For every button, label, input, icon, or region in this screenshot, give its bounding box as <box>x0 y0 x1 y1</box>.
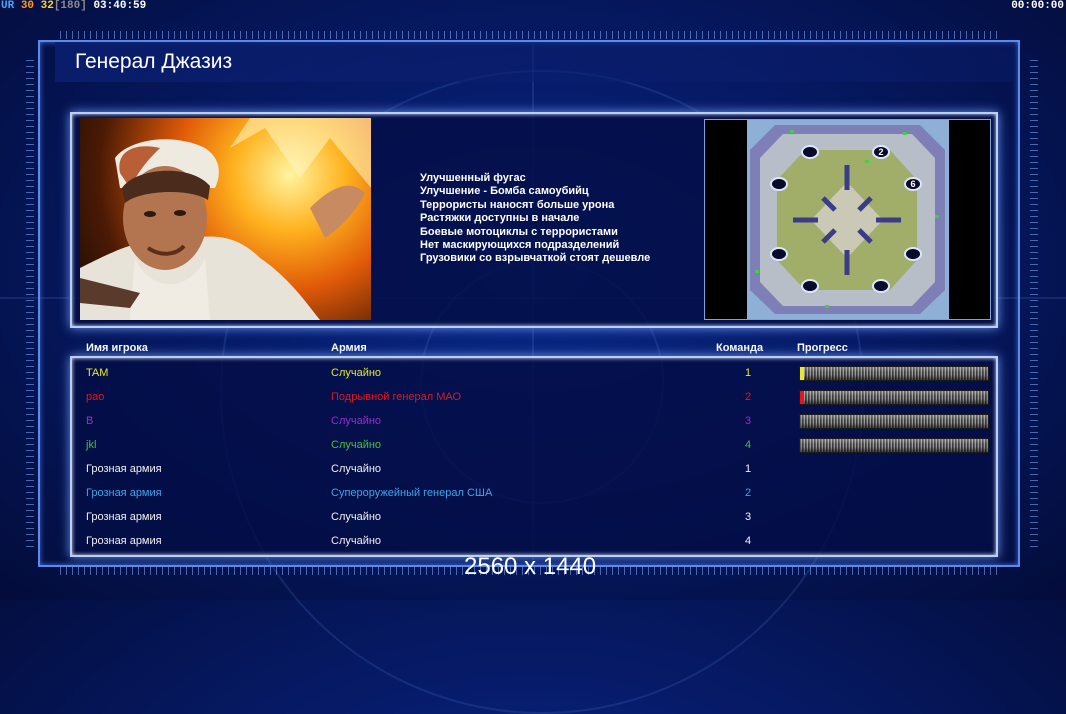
hud-overlay: UR 30 32[180] 03:40:59 00:00:00 <box>0 0 1066 12</box>
map-terrain: 2 6 <box>747 120 949 319</box>
feature-item: Грузовики со взрывчаткой стоят дешевле <box>420 252 651 265</box>
player-name: TAM <box>86 367 109 379</box>
player-name: Грозная армия <box>86 463 162 475</box>
player-row: Грозная армия Случайно 4 <box>72 529 992 553</box>
player-row: TAM Случайно 1 <box>72 361 992 385</box>
player-row: B Случайно 3 <box>72 409 992 433</box>
map-preview: 2 6 <box>704 119 991 320</box>
hud-timer: 00:00:00 <box>1011 0 1064 12</box>
loading-progress-fill <box>800 391 804 404</box>
player-team: 1 <box>744 463 752 475</box>
frame-ruler-left <box>26 60 34 550</box>
player-row: Грозная армия Случайно 1 <box>72 457 992 481</box>
player-team: 2 <box>744 391 752 403</box>
general-portrait <box>80 118 371 320</box>
player-name: Грозная армия <box>86 511 162 523</box>
player-army: Супероружейный генерал США <box>331 487 493 499</box>
loading-progress-bar <box>799 414 989 429</box>
player-row: jkl Случайно 4 <box>72 433 992 457</box>
feature-item: Нет маскирующихся подразделений <box>420 239 620 252</box>
player-army: Случайно <box>331 511 382 523</box>
hud-prefix: UR <box>1 0 15 12</box>
player-row: Грозная армия Случайно 3 <box>72 505 992 529</box>
player-team: 4 <box>744 439 752 451</box>
player-row: Грозная армия Супероружейный генерал США 2 <box>72 481 992 505</box>
portrait-image <box>80 118 371 320</box>
map-start-marker-6: 6 <box>910 179 915 189</box>
hud-fps-readout: UR 30 32[180] 03:40:59 <box>1 0 146 12</box>
hud-fps-average: 32 <box>40 0 54 12</box>
player-army: Подрывной генерал МАО <box>331 391 462 403</box>
player-army: Случайно <box>331 439 382 451</box>
player-team: 3 <box>744 511 752 523</box>
general-features-list: Улучшенный фугас Улучшение - Бомба самоу… <box>420 172 650 266</box>
player-team: 3 <box>744 415 752 427</box>
player-team: 4 <box>744 535 752 547</box>
player-army: Случайно <box>331 367 382 379</box>
hud-fps-limit: [180] <box>53 0 87 12</box>
resolution-label: 2560 x 1440 <box>464 553 597 580</box>
player-name: jkl <box>86 439 97 451</box>
player-army: Случайно <box>331 415 382 427</box>
column-header-army: Армия <box>331 342 367 354</box>
hud-clock: 03:40:59 <box>93 0 147 12</box>
loading-progress-bar <box>799 390 989 405</box>
player-row: pao Подрывной генерал МАО 2 <box>72 385 992 409</box>
player-name: B <box>86 415 94 427</box>
feature-item: Террористы наносят больше урона <box>420 198 615 211</box>
player-team: 1 <box>744 367 752 379</box>
loading-progress-bar <box>799 366 989 381</box>
player-name: Грозная армия <box>86 535 162 547</box>
feature-item: Растяжки доступны в начале <box>420 212 580 225</box>
frame-ruler-top <box>60 31 1000 39</box>
hud-fps-current: 30 <box>20 0 35 12</box>
frame-ruler-right <box>1030 60 1038 550</box>
feature-item: Улучшение - Бомба самоубийц <box>420 185 589 198</box>
player-name: pao <box>86 391 105 403</box>
player-name: Грозная армия <box>86 487 162 499</box>
loading-progress-bar <box>799 438 989 453</box>
column-header-progress: Прогресс <box>797 342 848 354</box>
column-header-player: Имя игрока <box>86 342 148 354</box>
feature-item: Боевые мотоциклы с террористами <box>420 225 618 238</box>
player-team: 2 <box>744 487 752 499</box>
column-header-team: Команда <box>716 342 764 354</box>
page-title: Генерал Джазиз <box>75 50 233 73</box>
player-army: Случайно <box>331 535 382 547</box>
map-start-marker-2: 2 <box>878 147 883 157</box>
player-army: Случайно <box>331 463 382 475</box>
loading-progress-fill <box>800 367 804 380</box>
feature-item: Улучшенный фугас <box>420 172 526 184</box>
